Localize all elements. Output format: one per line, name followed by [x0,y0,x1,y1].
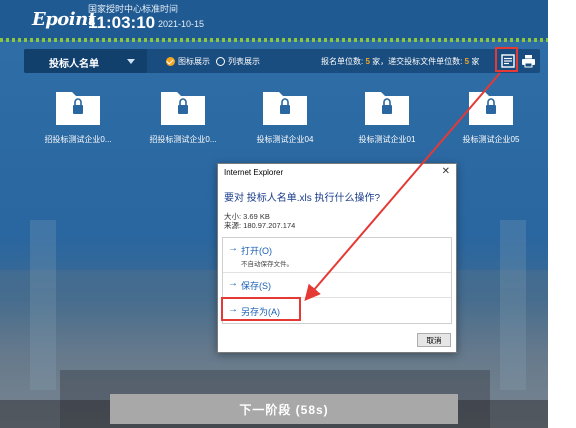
bidder-folder[interactable]: 投标测试企业05 [441,86,541,150]
view-icon-option[interactable]: 图标展示 [166,56,210,67]
locked-folder-icon [161,92,205,125]
locked-folder-icon [56,92,100,125]
print-icon [521,55,535,68]
radio-checked-icon [166,57,175,66]
cancel-button[interactable]: 取消 [417,333,451,347]
date: 2021-10-15 [158,19,205,29]
count-summary: 报名单位数: 5 家，递交投标文件单位数: 5 家 [321,56,479,67]
download-dialog: Internet Explorer ✕ 要对 投标人名单.xls 执行什么操作?… [217,163,457,353]
save-option[interactable]: → 保存(S) [223,273,451,297]
count-prefix: 报名单位数: [321,57,364,66]
chevron-down-icon [127,59,135,64]
count-suffix: 家 [471,57,480,66]
bidder-list-dropdown[interactable]: 投标人名单 [24,49,147,73]
header-divider [0,38,548,42]
open-description: 不自动保存文件。 [241,261,293,268]
submitted-count: 5 [464,57,470,66]
bidder-folder[interactable]: 投标测试企业04 [235,86,335,150]
folder-name: 招投标测试企业0... [149,135,217,144]
brand-logo: Epoint [32,9,96,30]
locked-folder-icon [365,92,409,125]
bidder-folder[interactable]: 招投标测试企业0... [28,86,128,150]
locked-folder-icon [469,92,513,125]
close-icon[interactable]: ✕ [442,166,450,177]
save-as-highlight-box [221,297,301,321]
bidder-folder[interactable]: 招投标测试企业0... [133,86,233,150]
bidder-folder[interactable]: 投标测试企业01 [337,86,437,150]
dropdown-label: 投标人名单 [49,59,99,70]
arrow-right-icon: → [228,243,238,254]
next-stage-button[interactable]: 下一阶段 (58s) [110,394,458,424]
registered-count: 5 [365,57,370,66]
open-option[interactable]: → 打开(O) 不自动保存文件。 [223,238,451,272]
save-label: 保存(S) [241,281,271,291]
file-source: 来源: 180.97.207.174 [224,221,296,230]
view-list-option[interactable]: 列表展示 [216,56,260,67]
arrow-right-icon: → [228,278,238,289]
header-bar: Epoint 国家授时中心标准时间 11:03:10 2021-10-15 [0,0,548,40]
dialog-question: 要对 投标人名单.xls 执行什么操作? [224,193,381,204]
radio-unchecked-icon [216,57,225,66]
folder-name: 投标测试企业04 [256,135,314,144]
toolbar: 投标人名单 图标展示 列表展示 报名单位数: 5 家，递交投标文件单位数: 5 … [24,49,540,73]
dialog-title: Internet Explorer [224,168,284,177]
clock: 11:03:10 [88,13,156,32]
view-icon-label: 图标展示 [178,57,210,66]
count-mid: 家，递交投标文件单位数: [372,57,463,66]
folder-name: 招投标测试企业0... [44,135,112,144]
view-list-label: 列表展示 [228,57,260,66]
print-button[interactable] [519,52,537,70]
open-label: 打开(O) [241,246,272,256]
export-highlight-box [495,47,518,72]
locked-folder-icon [263,92,307,125]
folder-name: 投标测试企业01 [358,135,416,144]
folder-name: 投标测试企业05 [462,135,520,144]
dialog-titlebar: Internet Explorer ✕ [218,164,456,182]
